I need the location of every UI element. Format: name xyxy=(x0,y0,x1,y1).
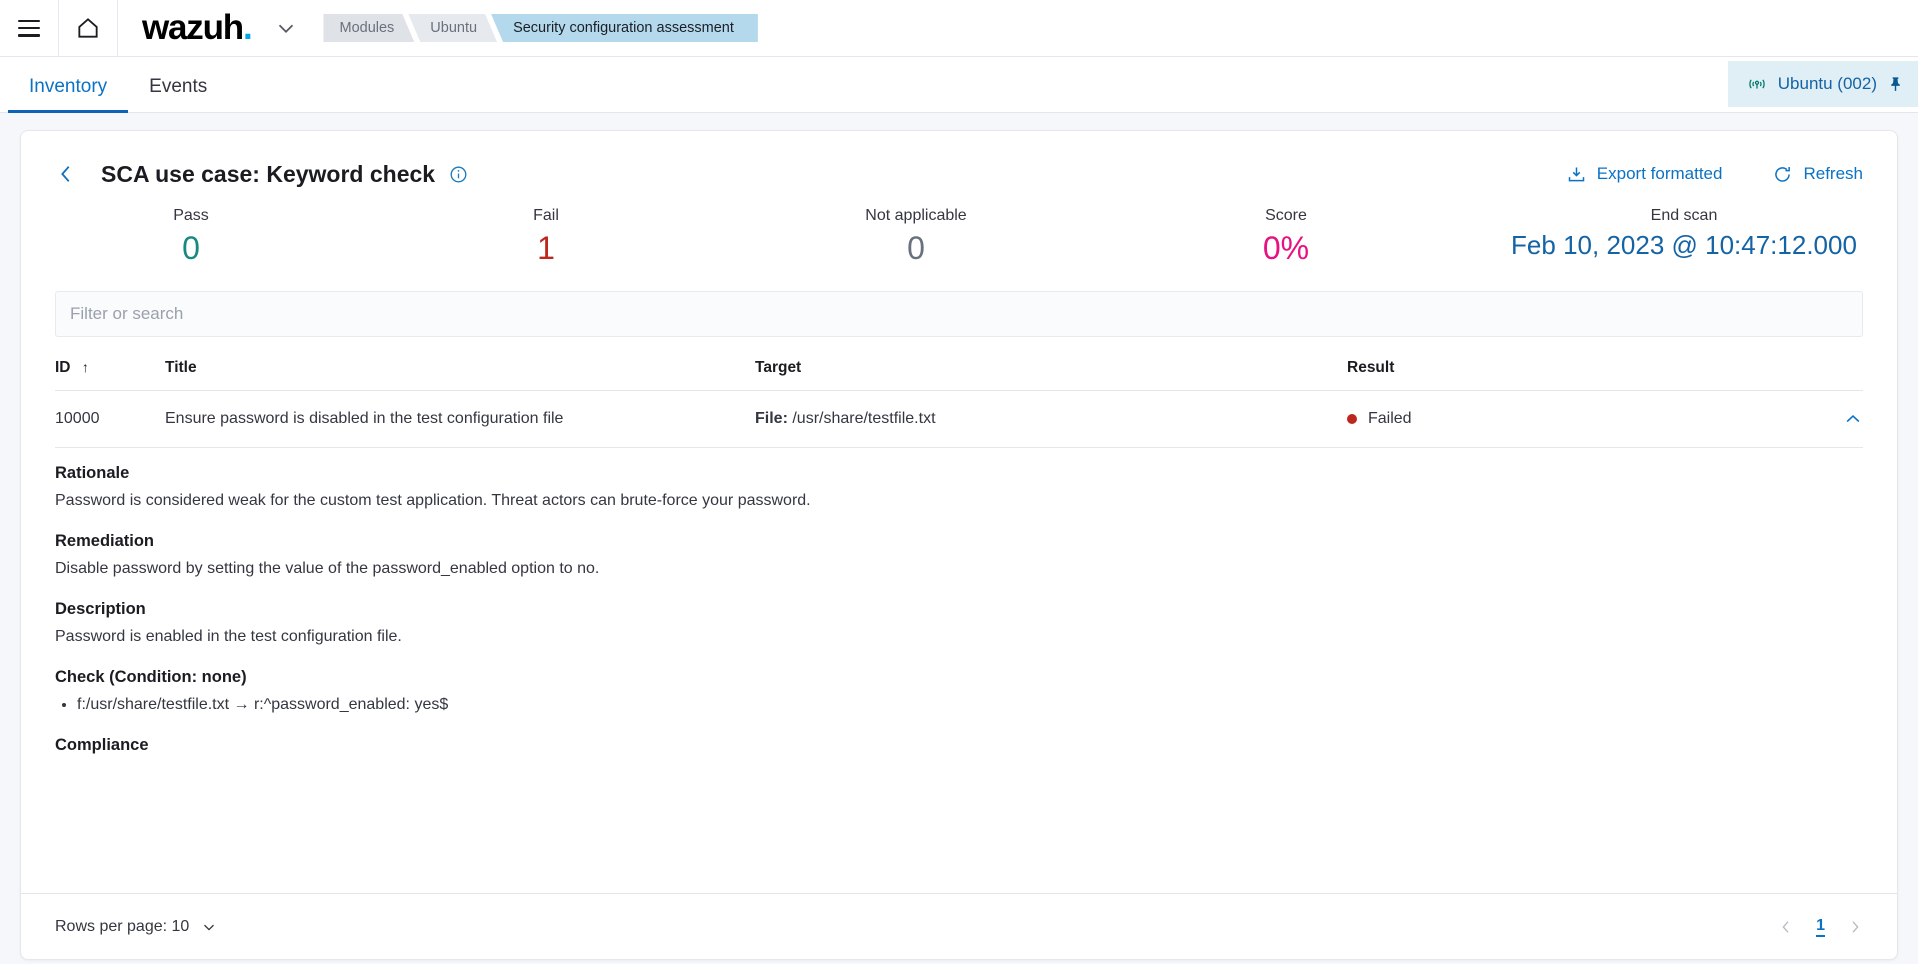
stat-fail: Fail 1 xyxy=(361,207,731,267)
checks-table: ID ↑ Title Target Result 10000 Ensure pa… xyxy=(55,337,1863,447)
status-badge xyxy=(1347,414,1357,424)
breadcrumb-item-ubuntu[interactable]: Ubuntu xyxy=(408,14,497,42)
hamburger-menu-button[interactable] xyxy=(0,0,58,56)
table-header-row: ID ↑ Title Target Result xyxy=(55,337,1863,390)
pagination-next-button[interactable] xyxy=(1847,919,1863,935)
chevron-up-icon[interactable] xyxy=(1843,409,1863,429)
stat-value: 0 xyxy=(182,230,200,266)
stat-score: Score 0% xyxy=(1101,207,1471,267)
breadcrumb: Modules Ubuntu Security configuration as… xyxy=(323,14,758,42)
pagination: 1 xyxy=(1778,917,1863,937)
refresh-button[interactable]: Refresh xyxy=(1772,164,1863,185)
card-header-actions: Export formatted Refresh xyxy=(1566,164,1863,185)
chevron-down-icon xyxy=(200,918,218,936)
stat-not-applicable: Not applicable 0 xyxy=(731,207,1101,267)
download-icon xyxy=(1566,164,1587,185)
breadcrumb-item-security-configuration-assessment[interactable]: Security configuration assessment xyxy=(491,14,758,42)
pagination-previous-button[interactable] xyxy=(1778,919,1794,935)
stat-end-scan: End scan Feb 10, 2023 @ 10:47:12.000 xyxy=(1471,207,1897,267)
stat-label: Pass xyxy=(173,207,209,224)
stat-label: End scan xyxy=(1650,207,1718,224)
agent-label: Ubuntu (002) xyxy=(1777,74,1877,93)
column-header-id[interactable]: ID ↑ xyxy=(55,337,165,390)
tab-inventory[interactable]: Inventory xyxy=(8,76,129,113)
search-placeholder: Filter or search xyxy=(70,304,184,323)
card-header: SCA use case: Keyword check Export forma… xyxy=(21,131,1897,189)
hamburger-menu-icon xyxy=(18,19,40,37)
agent-badge[interactable]: Ubuntu (002) xyxy=(1727,61,1918,107)
description-heading: Description xyxy=(55,600,146,618)
top-navigation-bar: wazuh. Modules Ubuntu Security configura… xyxy=(0,0,1918,57)
tab-events[interactable]: Events xyxy=(128,76,228,112)
table-row[interactable]: 10000 Ensure password is disabled in the… xyxy=(55,391,1863,447)
check-list: f:/usr/share/testfile.txt → r:^password_… xyxy=(77,696,1863,714)
cell-title: Ensure password is disabled in the test … xyxy=(165,410,564,427)
sort-ascending-arrow-icon: ↑ xyxy=(81,359,89,375)
rows-per-page-label: Rows per page: 10 xyxy=(55,917,190,935)
breadcrumb-label: Modules xyxy=(339,20,395,36)
home-button[interactable] xyxy=(59,0,117,56)
remediation-text: Disable password by setting the value of… xyxy=(55,560,600,577)
check-heading: Check (Condition: none) xyxy=(55,668,247,686)
wazuh-logo[interactable]: wazuh. xyxy=(142,8,253,48)
column-label: ID xyxy=(55,359,71,376)
search-input[interactable]: Filter or search xyxy=(55,291,1863,337)
back-button[interactable] xyxy=(55,159,101,189)
logo-text: wazuh xyxy=(142,8,244,47)
column-header-target[interactable]: Target xyxy=(755,337,1347,390)
column-header-result[interactable]: Result xyxy=(1347,337,1863,390)
compliance-heading: Compliance xyxy=(55,736,149,754)
breadcrumb-item-modules[interactable]: Modules xyxy=(323,14,414,42)
tab-label: Inventory xyxy=(29,76,108,97)
remediation-heading: Remediation xyxy=(55,532,155,550)
cell-target: File: /usr/share/testfile.txt xyxy=(755,392,1347,446)
cell-id: 10000 xyxy=(55,410,100,427)
logo-dot: . xyxy=(242,8,253,47)
signal-icon xyxy=(1746,74,1768,94)
cell-target-value: /usr/share/testfile.txt xyxy=(792,410,936,427)
column-label: Target xyxy=(755,359,802,376)
breadcrumb-label: Ubuntu xyxy=(430,20,478,36)
column-header-title[interactable]: Title xyxy=(165,337,755,390)
rationale-heading: Rationale xyxy=(55,464,130,482)
refresh-label: Refresh xyxy=(1803,164,1863,183)
tab-label: Events xyxy=(149,76,208,97)
table-footer: Rows per page: 10 1 xyxy=(21,893,1897,959)
info-circle-icon[interactable] xyxy=(449,165,468,184)
tab-bar: Inventory Events Ubuntu (002) xyxy=(0,57,1918,113)
stat-label: Score xyxy=(1265,207,1307,224)
list-item: f:/usr/share/testfile.txt → r:^password_… xyxy=(77,696,1863,714)
check-detail-panel: Rationale Password is considered weak fo… xyxy=(55,448,1863,755)
page-title: SCA use case: Keyword check xyxy=(101,160,436,187)
policy-detail-card: SCA use case: Keyword check Export forma… xyxy=(20,130,1898,960)
stat-value: Feb 10, 2023 @ 10:47:12.000 xyxy=(1511,230,1857,260)
export-formatted-button[interactable]: Export formatted xyxy=(1566,164,1723,185)
refresh-icon xyxy=(1772,164,1793,185)
nav-divider-2 xyxy=(117,0,118,56)
column-label: Title xyxy=(165,359,197,376)
export-formatted-label: Export formatted xyxy=(1596,164,1723,183)
column-label: Result xyxy=(1347,359,1395,376)
result-label: Failed xyxy=(1368,410,1412,427)
pin-icon[interactable] xyxy=(1887,75,1904,94)
tab-list: Inventory Events xyxy=(0,76,228,113)
rows-per-page-selector[interactable]: Rows per page: 10 xyxy=(55,918,218,936)
breadcrumb-label: Security configuration assessment xyxy=(513,20,734,36)
stat-value: 1 xyxy=(537,230,555,266)
cell-target-label: File: xyxy=(755,410,788,427)
stat-value: 0% xyxy=(1262,230,1310,266)
home-icon xyxy=(75,15,101,41)
pagination-page-1[interactable]: 1 xyxy=(1816,917,1825,937)
cell-result: Failed xyxy=(1347,391,1863,447)
scan-summary-stats: Pass 0 Fail 1 Not applicable 0 Score 0% … xyxy=(21,189,1897,267)
stat-label: Not applicable xyxy=(865,207,967,224)
stat-value: 0 xyxy=(907,230,925,266)
stat-pass: Pass 0 xyxy=(21,207,361,267)
rationale-text: Password is considered weak for the cust… xyxy=(55,492,811,509)
chevron-down-icon[interactable] xyxy=(273,15,299,41)
description-text: Password is enabled in the test configur… xyxy=(55,628,402,645)
stat-label: Fail xyxy=(533,207,559,224)
